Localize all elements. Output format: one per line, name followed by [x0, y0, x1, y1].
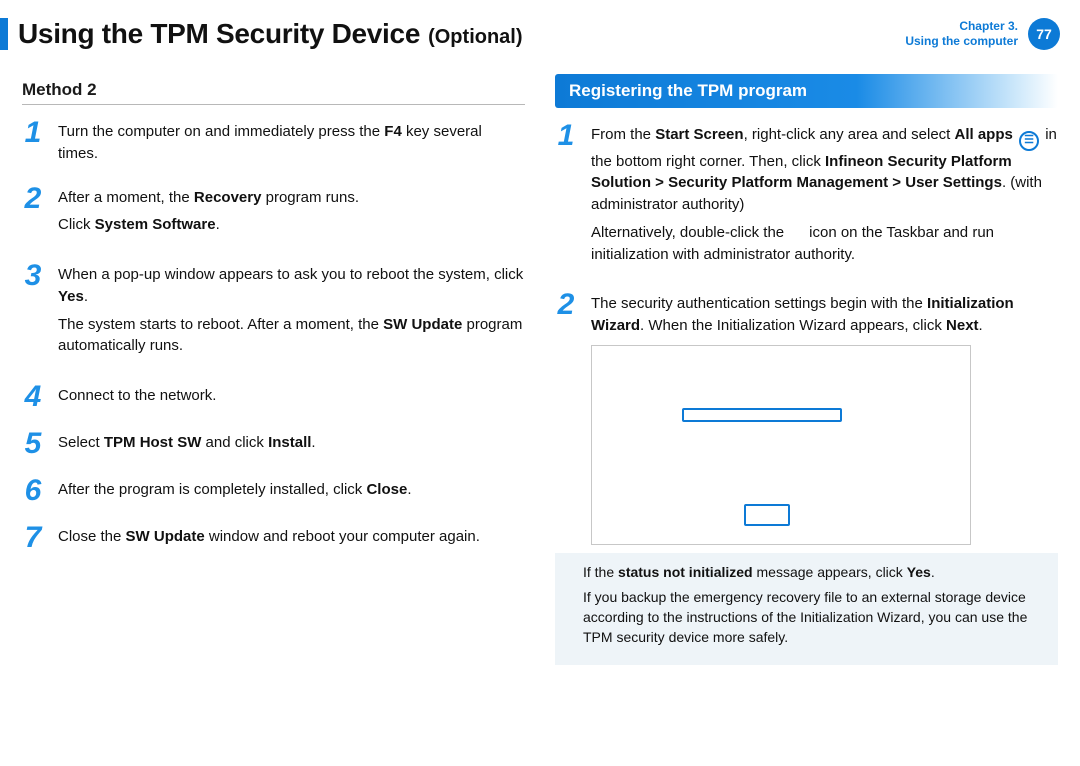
step-text: From the Start Screen, right-click any a…	[591, 122, 1058, 271]
left-step-7: 7 Close the SW Update window and reboot …	[22, 524, 525, 551]
page-number-badge: 77	[1028, 18, 1060, 50]
step-text: The security authentication settings beg…	[591, 291, 1058, 337]
left-step-6: 6 After the program is completely instal…	[22, 477, 525, 504]
left-step-5: 5 Select TPM Host SW and click Install.	[22, 430, 525, 457]
section-title-bar: Registering the TPM program	[555, 74, 1058, 108]
step-number: 2	[555, 291, 577, 337]
step-text: Select TPM Host SW and click Install.	[58, 430, 525, 457]
step-text: After the program is completely installe…	[58, 477, 525, 504]
highlight-box-icon	[744, 504, 790, 526]
title-bar: Using the TPM Security Device (Optional)	[0, 18, 523, 50]
left-step-2: 2 After a moment, the Recovery program r…	[22, 185, 525, 243]
step-number: 4	[22, 383, 44, 410]
divider	[22, 104, 525, 105]
note-box: If the status not initialized message ap…	[555, 553, 1058, 665]
left-step-4: 4 Connect to the network.	[22, 383, 525, 410]
step-text: Connect to the network.	[58, 383, 525, 410]
all-apps-icon: ☰	[1019, 131, 1039, 151]
page-header: Using the TPM Security Device (Optional)…	[0, 0, 1080, 50]
step-number: 5	[22, 430, 44, 457]
chapter-label: Chapter 3.	[905, 19, 1018, 34]
right-step-2: 2 The security authentication settings b…	[555, 291, 1058, 337]
step-number: 1	[555, 122, 577, 271]
wizard-screenshot-placeholder	[591, 345, 971, 545]
left-step-3: 3 When a pop-up window appears to ask yo…	[22, 262, 525, 363]
header-right: Chapter 3. Using the computer 77	[905, 18, 1060, 50]
step-number: 2	[22, 185, 44, 243]
step-number: 7	[22, 524, 44, 551]
right-column: Registering the TPM program 1 From the S…	[555, 74, 1058, 665]
chapter-info: Chapter 3. Using the computer	[905, 19, 1018, 49]
left-step-1: 1 Turn the computer on and immediately p…	[22, 119, 525, 165]
step-text: After a moment, the Recovery program run…	[58, 185, 525, 243]
step-text: Turn the computer on and immediately pre…	[58, 119, 525, 165]
method-heading: Method 2	[22, 80, 525, 100]
right-step-1: 1 From the Start Screen, right-click any…	[555, 122, 1058, 271]
step-text: Close the SW Update window and reboot yo…	[58, 524, 525, 551]
step-number: 1	[22, 119, 44, 165]
left-column: Method 2 1 Turn the computer on and imme…	[22, 74, 525, 665]
note-line: If you backup the emergency recovery fil…	[583, 588, 1044, 647]
step-number: 6	[22, 477, 44, 504]
highlight-box-icon	[682, 408, 842, 422]
page-subtitle: (Optional)	[428, 26, 522, 49]
page-title: Using the TPM Security Device	[18, 18, 420, 50]
note-line: If the status not initialized message ap…	[583, 563, 1044, 583]
step-number: 3	[22, 262, 44, 363]
step-text: When a pop-up window appears to ask you …	[58, 262, 525, 363]
chapter-name: Using the computer	[905, 34, 1018, 49]
